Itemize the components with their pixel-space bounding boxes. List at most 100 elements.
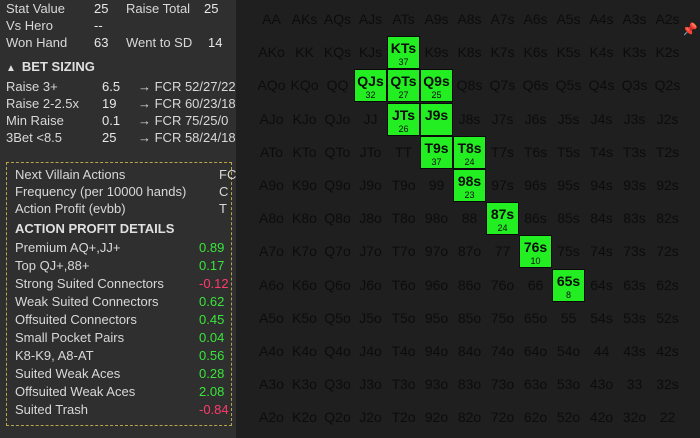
hand-cell-J4s[interactable]: J4s bbox=[585, 102, 618, 136]
hand-cell-KTs[interactable]: KTs 37 bbox=[387, 36, 420, 70]
hand-cell-T6o[interactable]: T6o bbox=[387, 268, 420, 302]
hand-cell-64s[interactable]: 64s bbox=[585, 268, 618, 302]
hand-cell-JTo[interactable]: JTo bbox=[354, 135, 387, 169]
hand-cell-95s[interactable]: 95s bbox=[552, 169, 585, 202]
hand-cell-Q3s[interactable]: Q3s bbox=[618, 69, 651, 103]
hand-cell-J5o[interactable]: J5o bbox=[354, 301, 387, 335]
hand-cell-76o[interactable]: 76o bbox=[486, 268, 519, 302]
hand-cell-66[interactable]: 66 bbox=[519, 268, 552, 302]
hand-cell-T2o[interactable]: T2o bbox=[387, 401, 420, 435]
hand-cell-A2s[interactable]: A2s bbox=[651, 3, 684, 36]
hand-cell-AQo[interactable]: AQo bbox=[255, 69, 288, 103]
hand-cell-K5s[interactable]: K5s bbox=[552, 36, 585, 70]
hand-cell-83s[interactable]: 83s bbox=[618, 202, 651, 236]
hand-cell-AKs[interactable]: AKs bbox=[288, 3, 321, 36]
hand-cell-65s[interactable]: 65s 8 bbox=[552, 268, 585, 302]
hand-cell-QJs[interactable]: QJs 32 bbox=[354, 69, 387, 103]
hand-cell-AKo[interactable]: AKo bbox=[255, 36, 288, 70]
hand-cell-A4s[interactable]: A4s bbox=[585, 3, 618, 36]
hand-cell-74s[interactable]: 74s bbox=[585, 235, 618, 269]
hand-cell-Q4s[interactable]: Q4s bbox=[585, 69, 618, 103]
hand-cell-K4s[interactable]: K4s bbox=[585, 36, 618, 70]
hand-cell-QTs[interactable]: QTs 27 bbox=[387, 69, 420, 103]
hand-cell-T3o[interactable]: T3o bbox=[387, 368, 420, 402]
hand-cell-98o[interactable]: 98o bbox=[420, 202, 453, 236]
hand-cell-T4o[interactable]: T4o bbox=[387, 335, 420, 368]
hand-cell-82s[interactable]: 82s bbox=[651, 202, 684, 236]
hand-cell-K6o[interactable]: K6o bbox=[288, 268, 321, 302]
hand-cell-K9s[interactable]: K9s bbox=[420, 36, 453, 70]
hand-cell-J2s[interactable]: J2s bbox=[651, 102, 684, 136]
hand-cell-88[interactable]: 88 bbox=[453, 202, 486, 236]
hand-cell-J6o[interactable]: J6o bbox=[354, 268, 387, 302]
hand-cell-Q8s[interactable]: Q8s bbox=[453, 69, 486, 103]
hand-cell-96o[interactable]: 96o bbox=[420, 268, 453, 302]
hand-cell-73o[interactable]: 73o bbox=[486, 368, 519, 402]
hand-cell-A5s[interactable]: A5s bbox=[552, 3, 585, 36]
hand-cell-K6s[interactable]: K6s bbox=[519, 36, 552, 70]
hand-cell-T5s[interactable]: T5s bbox=[552, 135, 585, 169]
hand-cell-A6s[interactable]: A6s bbox=[519, 3, 552, 36]
hand-cell-54s[interactable]: 54s bbox=[585, 301, 618, 335]
hand-cell-AJo[interactable]: AJo bbox=[255, 102, 288, 136]
hand-cell-T4s[interactable]: T4s bbox=[585, 135, 618, 169]
hand-cell-AJs[interactable]: AJs bbox=[354, 3, 387, 36]
hand-cell-Q7s[interactable]: Q7s bbox=[486, 69, 519, 103]
hand-cell-22[interactable]: 22 bbox=[651, 401, 684, 435]
hand-cell-T8s[interactable]: T8s 24 bbox=[453, 135, 486, 169]
hand-cell-A7s[interactable]: A7s bbox=[486, 3, 519, 36]
hand-cell-J2o[interactable]: J2o bbox=[354, 401, 387, 435]
hand-cell-J7o[interactable]: J7o bbox=[354, 235, 387, 269]
hand-cell-A3o[interactable]: A3o bbox=[255, 368, 288, 402]
hand-cell-74o[interactable]: 74o bbox=[486, 335, 519, 368]
hand-cell-43s[interactable]: 43s bbox=[618, 335, 651, 368]
hand-cell-Q8o[interactable]: Q8o bbox=[321, 202, 354, 236]
hand-cell-J7s[interactable]: J7s bbox=[486, 102, 519, 136]
hand-cell-KTo[interactable]: KTo bbox=[288, 135, 321, 169]
hand-cell-T3s[interactable]: T3s bbox=[618, 135, 651, 169]
hand-cell-94o[interactable]: 94o bbox=[420, 335, 453, 368]
hand-cell-QJo[interactable]: QJo bbox=[321, 102, 354, 136]
hand-cell-T5o[interactable]: T5o bbox=[387, 301, 420, 335]
hand-cell-86o[interactable]: 86o bbox=[453, 268, 486, 302]
hand-cell-Q9s[interactable]: Q9s 25 bbox=[420, 69, 453, 103]
hand-cell-54o[interactable]: 54o bbox=[552, 335, 585, 368]
hand-cell-K8o[interactable]: K8o bbox=[288, 202, 321, 236]
hand-cell-AA[interactable]: AA bbox=[255, 3, 288, 36]
hand-cell-52s[interactable]: 52s bbox=[651, 301, 684, 335]
hand-cell-73s[interactable]: 73s bbox=[618, 235, 651, 269]
hand-cell-T9o[interactable]: T9o bbox=[387, 169, 420, 202]
hand-cell-QQ[interactable]: QQ bbox=[321, 69, 354, 103]
hand-cell-KQo[interactable]: KQo bbox=[288, 69, 321, 103]
hand-cell-97s[interactable]: 97s bbox=[486, 169, 519, 202]
hand-cell-A4o[interactable]: A4o bbox=[255, 335, 288, 368]
hand-cell-65o[interactable]: 65o bbox=[519, 301, 552, 335]
hand-cell-T8o[interactable]: T8o bbox=[387, 202, 420, 236]
hand-cell-T7o[interactable]: T7o bbox=[387, 235, 420, 269]
hand-cell-Q5s[interactable]: Q5s bbox=[552, 69, 585, 103]
hand-cell-84o[interactable]: 84o bbox=[453, 335, 486, 368]
hand-cell-Q5o[interactable]: Q5o bbox=[321, 301, 354, 335]
hand-cell-96s[interactable]: 96s bbox=[519, 169, 552, 202]
hand-cell-44[interactable]: 44 bbox=[585, 335, 618, 368]
hand-cell-K2s[interactable]: K2s bbox=[651, 36, 684, 70]
hand-cell-99[interactable]: 99 bbox=[420, 169, 453, 202]
hand-cell-87o[interactable]: 87o bbox=[453, 235, 486, 269]
hand-cell-J9s[interactable]: J9s bbox=[420, 102, 453, 136]
hand-cell-J3o[interactable]: J3o bbox=[354, 368, 387, 402]
hand-cell-64o[interactable]: 64o bbox=[519, 335, 552, 368]
hand-cell-92s[interactable]: 92s bbox=[651, 169, 684, 202]
hand-cell-KK[interactable]: KK bbox=[288, 36, 321, 70]
hand-cell-93o[interactable]: 93o bbox=[420, 368, 453, 402]
hand-cell-A9o[interactable]: A9o bbox=[255, 169, 288, 202]
hand-cell-77[interactable]: 77 bbox=[486, 235, 519, 269]
hand-cell-Q3o[interactable]: Q3o bbox=[321, 368, 354, 402]
bet-sizing-header[interactable]: ▲ BET SIZING bbox=[6, 59, 95, 74]
hand-cell-A8o[interactable]: A8o bbox=[255, 202, 288, 236]
hand-cell-75o[interactable]: 75o bbox=[486, 301, 519, 335]
hand-cell-32s[interactable]: 32s bbox=[651, 368, 684, 402]
hand-cell-T9s[interactable]: T9s 37 bbox=[420, 135, 453, 169]
hand-cell-53s[interactable]: 53s bbox=[618, 301, 651, 335]
hand-cell-J8s[interactable]: J8s bbox=[453, 102, 486, 136]
hand-cell-TT[interactable]: TT bbox=[387, 135, 420, 169]
